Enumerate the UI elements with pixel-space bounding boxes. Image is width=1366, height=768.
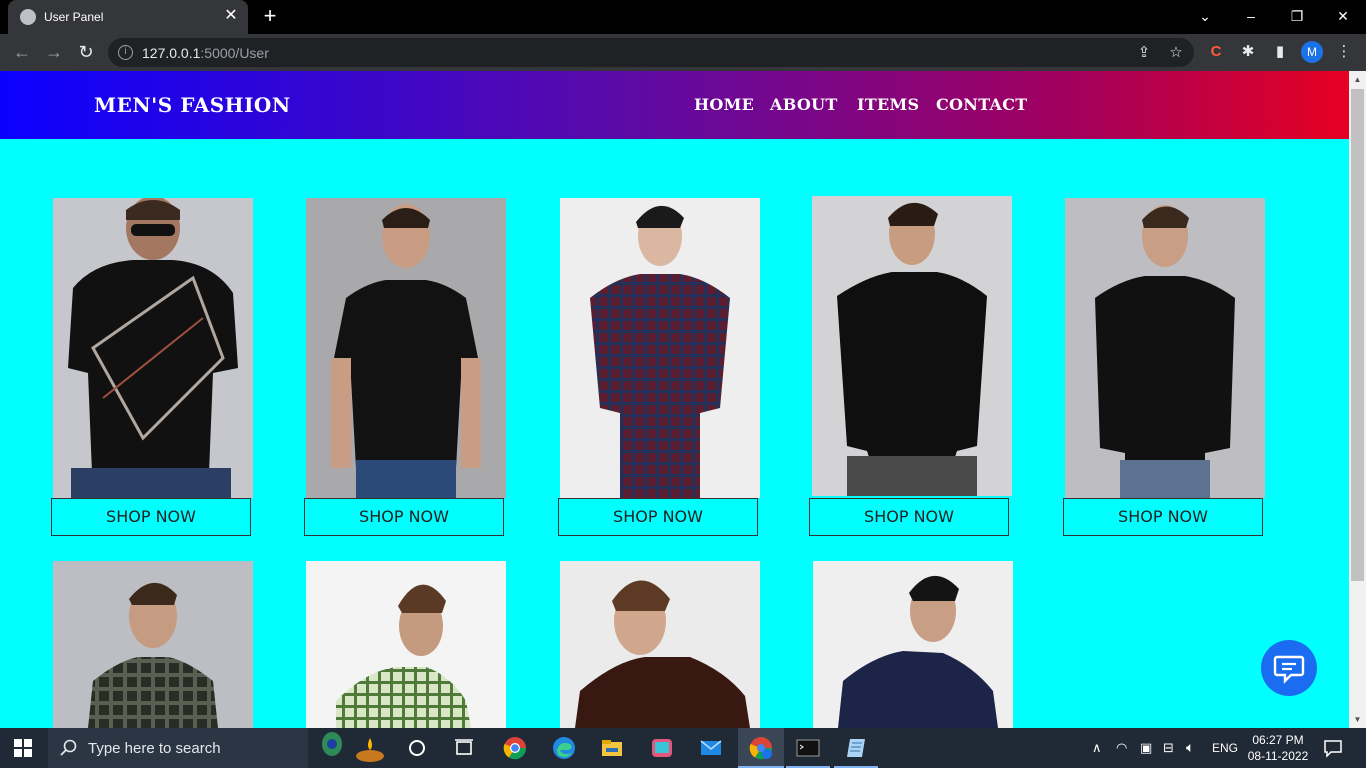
- product-photo-green-check-shirt: [306, 561, 506, 728]
- back-button[interactable]: ←: [10, 40, 34, 64]
- side-panel-icon[interactable]: ▮: [1270, 42, 1290, 62]
- product-image[interactable]: [53, 561, 253, 728]
- terminal-icon: [796, 739, 820, 757]
- browser-toolbar: ← → ↻ i 127.0.0.1:5000/User ⇪ ☆ C ✱ ▮ M …: [0, 34, 1366, 71]
- clock-date: 08-11-2022: [1247, 749, 1309, 763]
- product-image[interactable]: [812, 196, 1012, 496]
- task-view-icon[interactable]: [452, 736, 476, 760]
- nav-items[interactable]: ITEMS: [857, 95, 919, 114]
- tab-search-icon[interactable]: ⌄: [1190, 5, 1220, 27]
- scrollbar-thumb[interactable]: [1351, 89, 1364, 581]
- new-tab-button[interactable]: +: [258, 5, 282, 29]
- shop-now-button[interactable]: SHOP NOW: [304, 498, 504, 536]
- product-image[interactable]: [1065, 198, 1265, 498]
- peacock-feather-diya-icon: [322, 732, 384, 762]
- chevron-up-icon[interactable]: ∧: [1092, 740, 1102, 756]
- shop-now-button[interactable]: SHOP NOW: [1063, 498, 1263, 536]
- close-window-button[interactable]: ✕: [1328, 5, 1358, 27]
- chrome-icon[interactable]: [503, 736, 527, 760]
- chrome-profile-icon: [749, 737, 773, 760]
- shop-now-button[interactable]: SHOP NOW: [51, 498, 251, 536]
- product-photo-graphic-tshirt: [53, 198, 253, 498]
- mail-icon[interactable]: [699, 736, 723, 760]
- shop-now-button[interactable]: SHOP NOW: [809, 498, 1009, 536]
- product-image[interactable]: [813, 561, 1013, 728]
- product-photo-black-shirt-smiling: [1065, 198, 1265, 498]
- nav-home[interactable]: HOME: [694, 95, 754, 114]
- clock[interactable]: 06:27 PM 08-11-2022: [1246, 732, 1310, 764]
- nav-about[interactable]: ABOUT: [770, 95, 838, 114]
- reload-button[interactable]: ↻: [74, 40, 98, 64]
- minimize-button[interactable]: –: [1236, 5, 1266, 27]
- product-photo-black-shirt: [812, 196, 1012, 496]
- network-icon[interactable]: ⊟: [1163, 740, 1174, 756]
- wifi-icon[interactable]: ◠: [1116, 740, 1127, 756]
- restore-button[interactable]: ❐: [1282, 5, 1312, 27]
- browser-tab[interactable]: User Panel ✕: [8, 0, 248, 34]
- windows-taskbar: Type here to search ∧ ◠ ▣ ⊟ 🔈︎ ENG 06:27…: [0, 728, 1366, 768]
- menu-kebab-icon[interactable]: ⋮: [1334, 42, 1354, 62]
- product-photo-navy-shirt: [813, 561, 1013, 728]
- site-brand[interactable]: MEN'S FASHION: [94, 93, 291, 117]
- search-placeholder: Type here to search: [88, 740, 221, 757]
- forward-button[interactable]: →: [42, 40, 66, 64]
- product-image[interactable]: [306, 198, 506, 498]
- address-bar[interactable]: i 127.0.0.1:5000/User ⇪ ☆: [108, 38, 1194, 67]
- browser-tab-strip: User Panel ✕ + ⌄ – ❐ ✕: [0, 0, 1366, 34]
- product-image[interactable]: [560, 198, 760, 498]
- nav-contact[interactable]: CONTACT: [936, 95, 1027, 114]
- language-indicator[interactable]: ENG: [1212, 741, 1238, 755]
- scroll-down-arrow-icon[interactable]: ▼: [1353, 715, 1362, 724]
- windows-start-icon[interactable]: [14, 739, 32, 757]
- page-scrollbar[interactable]: ▲ ▼: [1349, 71, 1366, 728]
- share-icon[interactable]: ⇪: [1134, 43, 1154, 63]
- product-image[interactable]: [306, 561, 506, 728]
- page-viewport: MEN'S FASHION HOME ABOUT ITEMS CONTACT S…: [0, 71, 1366, 728]
- taskbar-notepad[interactable]: [834, 728, 878, 768]
- product-photo-brown-shirt: [560, 561, 760, 728]
- url-text: 127.0.0.1:5000/User: [142, 45, 269, 61]
- taskbar-terminal[interactable]: [786, 728, 830, 768]
- extensions-puzzle-icon[interactable]: ✱: [1238, 42, 1258, 62]
- notifications-icon[interactable]: [1323, 738, 1343, 758]
- chat-button[interactable]: [1261, 640, 1317, 696]
- product-image[interactable]: [560, 561, 760, 728]
- photos-app-icon[interactable]: [650, 736, 674, 760]
- taskbar-chrome-active[interactable]: [738, 728, 784, 768]
- chat-icon: [1273, 655, 1305, 684]
- meet-now-icon[interactable]: ▣: [1140, 740, 1152, 756]
- globe-icon: [20, 9, 36, 25]
- edge-icon[interactable]: [552, 736, 576, 760]
- taskbar-search-box[interactable]: Type here to search: [48, 728, 384, 768]
- scroll-up-arrow-icon[interactable]: ▲: [1353, 75, 1362, 84]
- cortana-circle-icon[interactable]: [405, 736, 429, 760]
- product-photo-check-shirt: [560, 198, 760, 498]
- bookmark-star-icon[interactable]: ☆: [1166, 43, 1186, 63]
- site-info-icon[interactable]: i: [118, 45, 133, 60]
- profile-avatar[interactable]: M: [1301, 41, 1323, 63]
- close-tab-icon[interactable]: ✕: [222, 7, 240, 25]
- product-photo-black-tshirt: [306, 198, 506, 498]
- search-icon: [60, 739, 77, 756]
- shop-now-button[interactable]: SHOP NOW: [558, 498, 758, 536]
- volume-icon[interactable]: 🔈︎: [1186, 739, 1194, 756]
- tab-title: User Panel: [44, 10, 104, 24]
- clock-time: 06:27 PM: [1252, 733, 1304, 747]
- product-photo-olive-check-shirt: [53, 561, 253, 728]
- extension-c-icon[interactable]: C: [1206, 42, 1226, 62]
- file-explorer-icon[interactable]: [600, 736, 624, 760]
- notepad-icon: [847, 739, 865, 757]
- product-image[interactable]: [53, 198, 253, 498]
- site-navbar: MEN'S FASHION HOME ABOUT ITEMS CONTACT: [0, 71, 1349, 139]
